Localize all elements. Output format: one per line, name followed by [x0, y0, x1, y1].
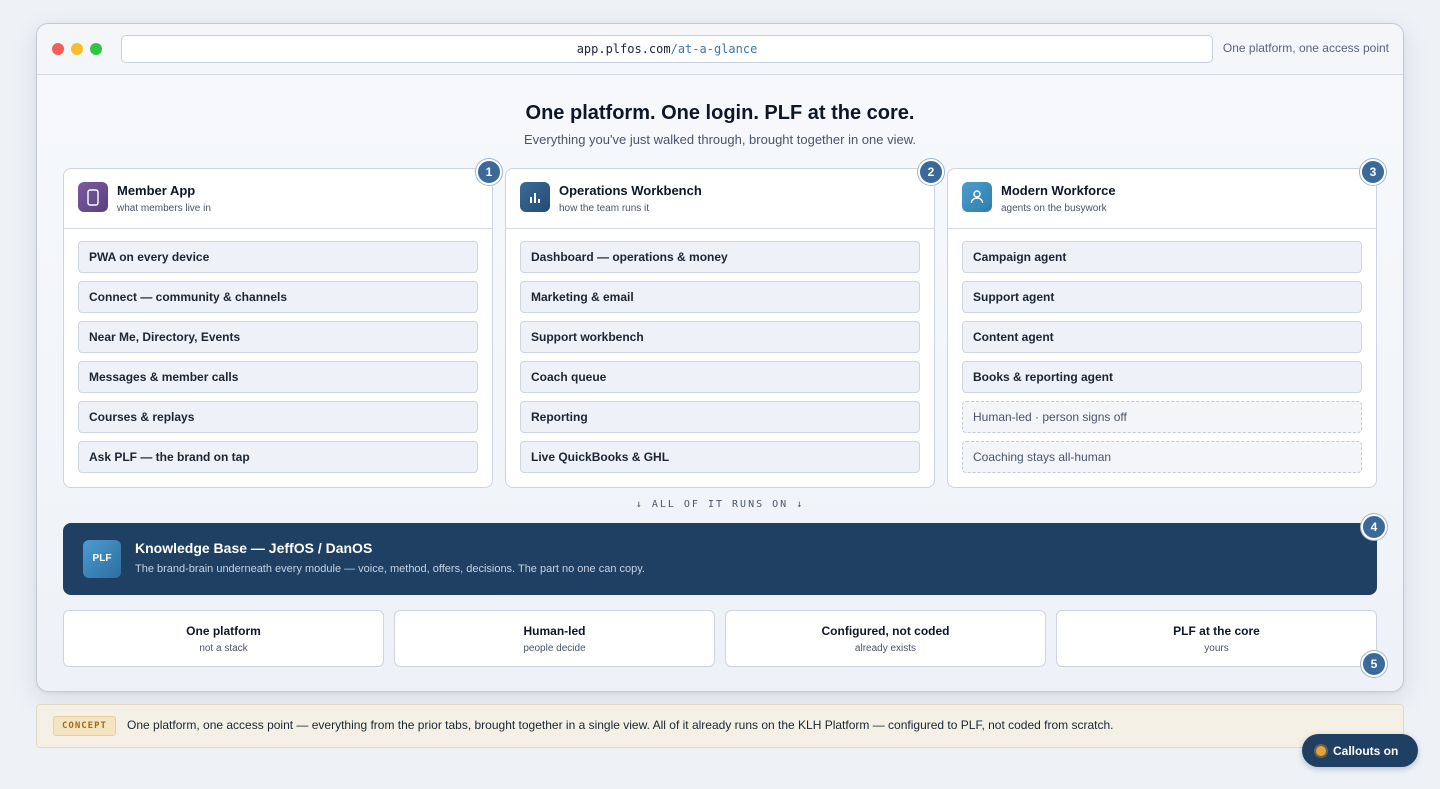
pillar-card: One platform not a stack — [63, 610, 384, 667]
list-item[interactable]: Coach queue — [520, 361, 920, 393]
url-domain: app.plfos.com — [576, 42, 671, 56]
list-item-human-led[interactable]: Human-led · person signs off — [962, 401, 1362, 433]
item-list: PWA on every device Connect — community … — [64, 229, 492, 473]
titlebar-label: One platform, one access point — [1222, 41, 1389, 55]
list-item[interactable]: Connect — community & channels — [78, 281, 478, 313]
callout-badge[interactable]: 3 — [1360, 159, 1386, 185]
column-operations-workbench: Operations Workbench how the team runs i… — [505, 168, 935, 488]
item-list: Dashboard — operations & money Marketing… — [506, 229, 934, 473]
list-item[interactable]: PWA on every device — [78, 241, 478, 273]
list-item[interactable]: Dashboard — operations & money — [520, 241, 920, 273]
callouts-toggle-label: Callouts on — [1333, 744, 1399, 758]
maximize-window-button[interactable] — [90, 43, 102, 55]
list-item[interactable]: Live QuickBooks & GHL — [520, 441, 920, 473]
minimize-window-button[interactable] — [71, 43, 83, 55]
list-item[interactable]: Marketing & email — [520, 281, 920, 313]
column-subtitle: what members live in — [117, 203, 211, 214]
pillar-title: Human-led — [523, 624, 586, 638]
column-title: Modern Workforce — [1001, 183, 1116, 198]
pillar-subtitle: yours — [1204, 643, 1229, 654]
concept-banner: CONCEPT One platform, one access point —… — [36, 704, 1404, 748]
bar-chart-icon — [520, 182, 550, 212]
runs-on-divider: ↓ ALL OF IT RUNS ON ↓ — [635, 499, 805, 510]
list-item[interactable]: Ask PLF — the brand on tap — [78, 441, 478, 473]
concept-tag: CONCEPT — [53, 716, 116, 736]
list-item-human-led[interactable]: Coaching stays all-human — [962, 441, 1362, 473]
pillar-title: One platform — [186, 624, 261, 638]
callouts-toggle-button[interactable]: Callouts on — [1302, 734, 1418, 767]
column-modern-workforce: Modern Workforce agents on the busywork … — [947, 168, 1377, 488]
browser-window: app.plfos.com/at-a-glance One platform, … — [36, 23, 1404, 692]
list-item[interactable]: Content agent — [962, 321, 1362, 353]
knowledge-base-panel: PLF Knowledge Base — JeffOS / DanOS The … — [63, 523, 1377, 595]
address-bar[interactable]: app.plfos.com/at-a-glance — [121, 35, 1213, 63]
concept-text: One platform, one access point — everyth… — [127, 718, 1114, 732]
column-title: Member App — [117, 183, 196, 198]
list-item[interactable]: Reporting — [520, 401, 920, 433]
column-title: Operations Workbench — [559, 183, 702, 198]
list-item[interactable]: Messages & member calls — [78, 361, 478, 393]
phone-icon — [78, 182, 108, 212]
pillar-card: Human-led people decide — [394, 610, 715, 667]
column-header: Modern Workforce agents on the busywork — [948, 169, 1376, 229]
page-subtitle: Everything you've just walked through, b… — [524, 132, 916, 147]
page-title: One platform. One login. PLF at the core… — [525, 102, 915, 124]
pillar-title: Configured, not coded — [821, 624, 950, 638]
list-item[interactable]: Books & reporting agent — [962, 361, 1362, 393]
pillar-card: PLF at the core yours — [1056, 610, 1377, 667]
list-item[interactable]: Courses & replays — [78, 401, 478, 433]
column-member-app: Member App what members live in PWA on e… — [63, 168, 493, 488]
item-list: Campaign agent Support agent Content age… — [948, 229, 1376, 473]
plf-logo-icon: PLF — [83, 540, 121, 578]
column-subtitle: agents on the busywork — [1001, 203, 1107, 214]
list-item[interactable]: Support agent — [962, 281, 1362, 313]
knowledge-base-title: Knowledge Base — JeffOS / DanOS — [135, 540, 373, 556]
list-item[interactable]: Campaign agent — [962, 241, 1362, 273]
url-path: /at-a-glance — [670, 42, 758, 56]
callout-badge[interactable]: 1 — [476, 159, 502, 185]
list-item[interactable]: Support workbench — [520, 321, 920, 353]
pillar-subtitle: people decide — [523, 643, 586, 654]
browser-titlebar: app.plfos.com/at-a-glance One platform, … — [37, 24, 1403, 75]
callout-badge[interactable]: 5 — [1361, 651, 1387, 677]
knowledge-base-description: The brand-brain underneath every module … — [135, 563, 645, 575]
person-icon — [962, 182, 992, 212]
pillar-card: Configured, not coded already exists — [725, 610, 1046, 667]
column-subtitle: how the team runs it — [559, 203, 650, 214]
close-window-button[interactable] — [52, 43, 64, 55]
pillar-subtitle: not a stack — [199, 643, 248, 654]
list-item[interactable]: Near Me, Directory, Events — [78, 321, 478, 353]
status-dot-icon — [1316, 746, 1326, 756]
callout-badge[interactable]: 2 — [918, 159, 944, 185]
pillar-subtitle: already exists — [854, 643, 917, 654]
column-header: Member App what members live in — [64, 169, 492, 229]
callout-badge[interactable]: 4 — [1361, 514, 1387, 540]
pillar-title: PLF at the core — [1173, 624, 1260, 638]
column-header: Operations Workbench how the team runs i… — [506, 169, 934, 229]
